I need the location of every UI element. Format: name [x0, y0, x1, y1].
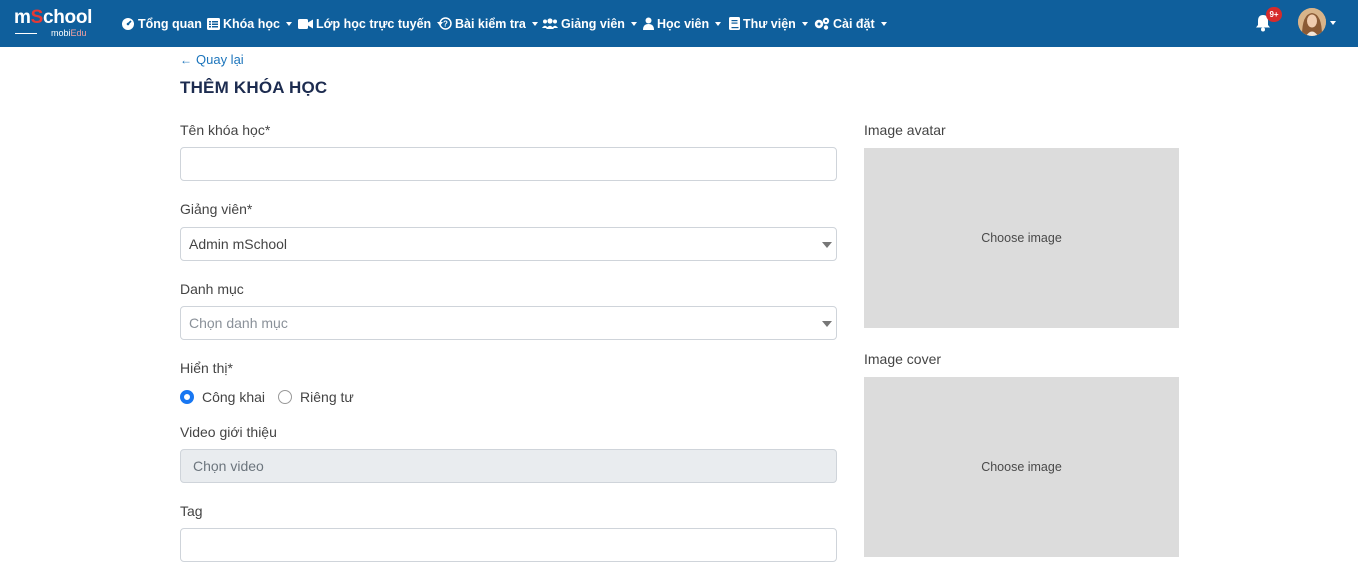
- top-navbar: mSchool mobiEdu Tổng quan Khóa học Lớp h…: [0, 0, 1358, 47]
- course-name-input[interactable]: [180, 147, 837, 181]
- chevron-down-icon: [715, 21, 722, 26]
- chevron-down-icon[interactable]: [1330, 21, 1336, 25]
- visibility-radio-group: Công khai Riêng tư: [180, 388, 367, 406]
- dashboard-icon: [122, 17, 134, 30]
- tag-input[interactable]: [180, 528, 837, 562]
- back-link[interactable]: ← Quay lại: [180, 52, 244, 67]
- avatar[interactable]: [1298, 8, 1326, 36]
- nav-item-lop-hoc-truc-tuyen[interactable]: Lớp học trực tuyến: [298, 0, 444, 47]
- nav-item-bai-kiem-tra[interactable]: ? Bài kiểm tra: [439, 0, 538, 47]
- chevron-down-icon: [801, 21, 808, 26]
- dropdown-arrow-icon: [822, 242, 832, 248]
- nav-item-khoa-hoc[interactable]: Khóa học: [207, 0, 292, 47]
- visibility-public-label[interactable]: Công khai: [202, 389, 265, 405]
- nav-item-hoc-vien[interactable]: Học viên: [643, 0, 722, 47]
- book-icon: [729, 17, 740, 30]
- avatar-photo: [1298, 8, 1326, 36]
- dropdown-arrow-icon: [822, 321, 832, 327]
- chevron-down-icon: [880, 21, 887, 26]
- video-icon: [298, 18, 313, 29]
- course-name-label: Tên khóa học*: [180, 122, 271, 138]
- visibility-label: Hiển thị*: [180, 360, 233, 376]
- visibility-private-radio[interactable]: [278, 390, 293, 404]
- image-cover-label: Image cover: [864, 351, 942, 367]
- users-icon: [542, 18, 558, 29]
- instructor-select[interactable]: Admin mSchool: [180, 227, 837, 261]
- chevron-down-icon: [531, 21, 538, 26]
- intro-video-label: Video giới thiệu: [180, 424, 277, 440]
- tag-label: Tag: [180, 503, 203, 519]
- instructor-label: Giảng viên*: [180, 201, 253, 217]
- nav-item-cai-dat[interactable]: Cài đặt: [814, 0, 887, 47]
- list-icon: [207, 17, 220, 30]
- notification-badge: 9+: [1266, 7, 1282, 22]
- intro-video-input[interactable]: Chọn video: [180, 449, 837, 483]
- chevron-down-icon: [285, 21, 292, 26]
- image-avatar-label: Image avatar: [864, 122, 946, 138]
- page-title: THÊM KHÓA HỌC: [180, 78, 328, 97]
- svg-text:?: ?: [443, 20, 448, 29]
- visibility-private-label[interactable]: Riêng tư: [300, 389, 354, 405]
- image-cover-picker[interactable]: Choose image: [864, 377, 1179, 557]
- user-icon: [643, 17, 654, 30]
- nav-item-giang-vien[interactable]: Giảng viên: [542, 0, 637, 47]
- cogs-icon: [814, 17, 830, 30]
- category-select[interactable]: Chọn danh mục: [180, 306, 837, 340]
- question-circle-icon: ?: [439, 17, 452, 30]
- brand-logo[interactable]: mSchool mobiEdu: [14, 7, 104, 39]
- category-label: Danh mục: [180, 281, 244, 297]
- nav-item-tong-quan[interactable]: Tổng quan: [121, 0, 202, 47]
- image-avatar-picker[interactable]: Choose image: [864, 148, 1179, 328]
- arrow-left-icon: ←: [180, 52, 192, 67]
- visibility-public-radio[interactable]: [180, 390, 194, 404]
- nav-item-thu-vien[interactable]: Thư viện: [729, 0, 808, 47]
- chevron-down-icon: [630, 21, 637, 26]
